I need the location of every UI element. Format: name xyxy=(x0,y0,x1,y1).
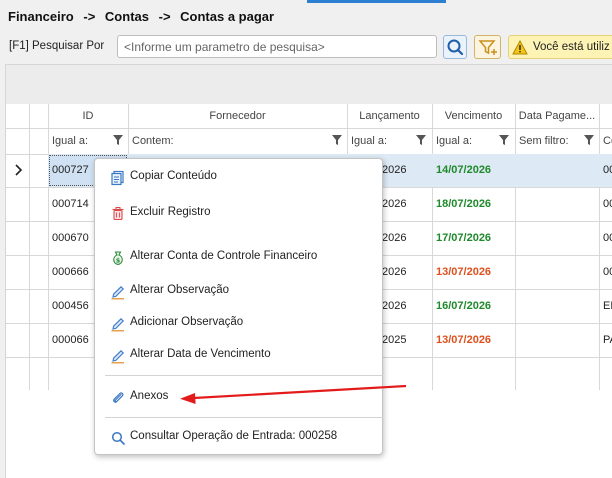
menu-item-label: Copiar Conteúdo xyxy=(130,170,217,182)
menu-separator xyxy=(105,375,383,376)
svg-text:$: $ xyxy=(116,256,121,264)
filter-add-icon xyxy=(478,40,497,55)
copy-icon xyxy=(111,170,124,186)
grid-row-divider xyxy=(6,128,612,129)
cell-lancamento[interactable]: 2026 xyxy=(380,228,430,248)
pencil-icon xyxy=(111,350,124,364)
cell-extra[interactable]: EN xyxy=(601,296,612,316)
cell-extra[interactable]: 00 xyxy=(601,194,612,214)
col-header-vencimento[interactable]: Vencimento xyxy=(432,104,515,128)
breadcrumb-separator: -> xyxy=(158,9,171,24)
cell-lancamento[interactable]: 2026 xyxy=(380,262,430,282)
active-tab-indicator[interactable] xyxy=(307,0,446,3)
warning-banner: Você está utiliz xyxy=(508,35,612,59)
menu-item-copiar-conteudo[interactable]: Copiar Conteúdo xyxy=(95,165,382,191)
grid-col-divider xyxy=(48,104,49,390)
filter-id[interactable]: Igual a: xyxy=(50,130,110,152)
funnel-icon[interactable] xyxy=(332,135,342,145)
menu-separator xyxy=(105,417,383,418)
top-tab-strip xyxy=(0,0,612,4)
cell-extra[interactable]: 00 xyxy=(601,262,612,282)
grid-col-divider xyxy=(515,104,516,390)
breadcrumb-separator: -> xyxy=(83,9,96,24)
cell-vencimento[interactable]: 13/07/2026 xyxy=(434,330,512,350)
filter-extra[interactable]: Co xyxy=(601,130,612,152)
menu-item-alterar-observacao[interactable]: Alterar Observação xyxy=(95,279,382,305)
menu-item-label: Alterar Data de Vencimento xyxy=(130,348,271,360)
trash-icon xyxy=(112,207,124,221)
menu-item-label: Adicionar Observação xyxy=(130,316,244,328)
warning-text: Você está utiliz xyxy=(533,41,610,53)
funnel-icon[interactable] xyxy=(416,135,426,145)
menu-item-label: Consultar Operação de Entrada: 000258 xyxy=(130,430,338,442)
funnel-icon[interactable] xyxy=(113,135,123,145)
col-header-lancamento[interactable]: Lançamento xyxy=(347,104,432,128)
search-button[interactable] xyxy=(443,35,467,59)
filter-data-pagamento[interactable]: Sem filtro: xyxy=(517,130,577,152)
cell-lancamento[interactable]: 2026 xyxy=(380,296,430,316)
filter-lancamento[interactable]: Igual a: xyxy=(349,130,409,152)
cell-extra[interactable]: 00 xyxy=(601,160,612,180)
col-header-data-pagamento[interactable]: Data Pagame... xyxy=(515,104,599,128)
filter-fornecedor[interactable]: Contem: xyxy=(130,130,320,152)
advanced-filter-button[interactable] xyxy=(474,35,501,59)
cell-vencimento[interactable]: 16/07/2026 xyxy=(434,296,512,316)
cell-vencimento[interactable]: 17/07/2026 xyxy=(434,228,512,248)
pencil-icon xyxy=(111,286,124,300)
grid-group-panel xyxy=(5,64,612,104)
breadcrumb-financeiro[interactable]: Financeiro xyxy=(8,9,74,24)
cell-vencimento[interactable]: 13/07/2026 xyxy=(434,262,512,282)
money-bag-icon: $ xyxy=(113,251,123,266)
col-header-fornecedor[interactable]: Fornecedor xyxy=(128,104,347,128)
col-header-id[interactable]: ID xyxy=(48,104,128,128)
menu-item-label: Alterar Observação xyxy=(130,284,230,296)
menu-item-excluir-registro[interactable]: Excluir Registro xyxy=(95,201,382,227)
grid-col-divider xyxy=(599,104,600,390)
breadcrumb-contas-a-pagar: Contas a pagar xyxy=(180,9,275,24)
menu-item-adicionar-observacao[interactable]: Adicionar Observação xyxy=(95,311,382,337)
funnel-icon[interactable] xyxy=(584,135,594,145)
search-icon xyxy=(111,431,125,445)
cell-vencimento[interactable]: 14/07/2026 xyxy=(434,160,512,180)
cell-lancamento[interactable]: 2026 xyxy=(380,160,430,180)
grid-col-divider xyxy=(29,104,30,390)
grid-col-divider xyxy=(432,104,433,390)
filter-vencimento[interactable]: Igual a: xyxy=(434,130,494,152)
menu-item-alterar-data-vencimento[interactable]: Alterar Data de Vencimento xyxy=(95,343,382,369)
cell-extra[interactable]: PA xyxy=(601,330,612,350)
context-menu: Copiar Conteúdo Excluir Registro $ Alter… xyxy=(94,158,383,455)
breadcrumb-contas[interactable]: Contas xyxy=(105,9,149,24)
cell-lancamento[interactable]: 2025 xyxy=(380,330,430,350)
menu-item-consultar-operacao[interactable]: Consultar Operação de Entrada: 000258 xyxy=(95,425,382,451)
current-row-indicator-icon xyxy=(15,164,23,176)
search-icon xyxy=(447,39,464,56)
pencil-icon xyxy=(111,318,124,332)
contas-a-pagar-window: Financeiro -> Contas -> Contas a pagar [… xyxy=(0,0,612,478)
menu-item-label: Alterar Conta de Controle Financeiro xyxy=(130,250,318,262)
search-label: [F1] Pesquisar Por xyxy=(9,40,105,52)
menu-item-alterar-conta-controle[interactable]: $ Alterar Conta de Controle Financeiro xyxy=(95,245,382,271)
breadcrumb: Financeiro -> Contas -> Contas a pagar xyxy=(8,9,280,24)
funnel-icon[interactable] xyxy=(499,135,509,145)
menu-item-anexos[interactable]: Anexos xyxy=(95,385,382,411)
cell-extra[interactable]: 00 xyxy=(601,228,612,248)
paperclip-icon xyxy=(113,392,124,403)
menu-item-label: Excluir Registro xyxy=(130,206,211,218)
warning-icon xyxy=(512,39,528,54)
cell-vencimento[interactable]: 18/07/2026 xyxy=(434,194,512,214)
cell-lancamento[interactable]: 2026 xyxy=(380,194,430,214)
search-input[interactable] xyxy=(117,35,437,58)
menu-item-label: Anexos xyxy=(130,390,169,402)
